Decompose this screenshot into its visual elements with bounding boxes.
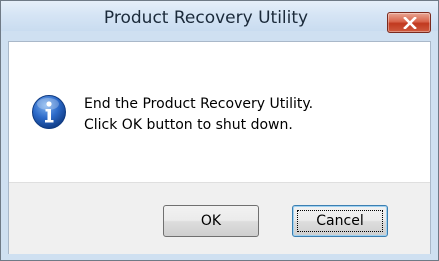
- message-line-2: Click OK button to shut down.: [84, 117, 293, 133]
- info-icon: [32, 95, 66, 129]
- window-title: Product Recovery Utility: [103, 8, 309, 28]
- close-x-icon: [403, 17, 417, 29]
- dialog-body: End the Product Recovery Utility. Click …: [8, 41, 431, 254]
- message-area: End the Product Recovery Utility. Click …: [9, 42, 430, 182]
- ok-button-label: OK: [200, 213, 222, 229]
- title-bar[interactable]: Product Recovery Utility: [1, 1, 438, 33]
- close-button[interactable]: [387, 12, 431, 33]
- ok-button[interactable]: OK: [163, 205, 259, 237]
- cancel-button[interactable]: Cancel: [292, 205, 388, 237]
- dialog-window: Product Recovery Utility End the Product…: [0, 0, 439, 261]
- cancel-button-label: Cancel: [316, 213, 364, 229]
- message-text: End the Product Recovery Utility. Click …: [84, 94, 313, 136]
- message-line-1: End the Product Recovery Utility.: [84, 96, 314, 112]
- button-row: OK Cancel: [9, 182, 430, 254]
